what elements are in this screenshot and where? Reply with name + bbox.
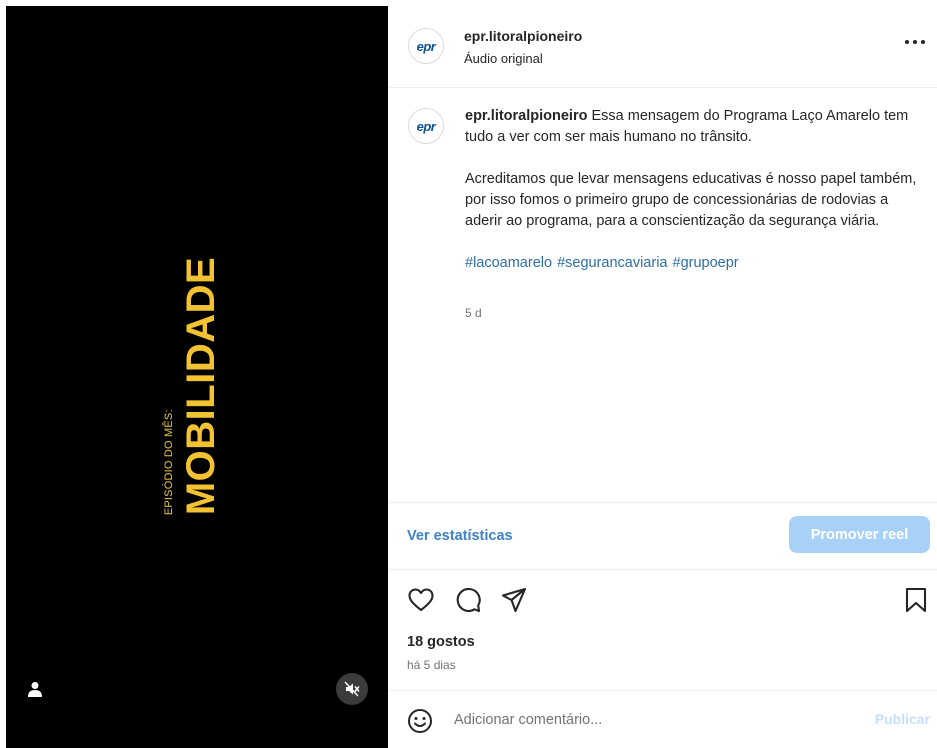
promote-reel-button[interactable]: Promover reel <box>789 516 930 553</box>
insights-row: Ver estatísticas Promover reel <box>388 502 937 570</box>
post-panel: epr epr.litoralpioneiro Áudio original e… <box>388 6 937 748</box>
publish-button[interactable]: Publicar <box>875 711 930 727</box>
action-bar: 18 gostos há 5 dias <box>388 570 937 690</box>
more-options-icon[interactable] <box>903 34 927 50</box>
epr-logo: epr <box>416 118 436 134</box>
comment-input[interactable] <box>454 705 844 735</box>
hashtag-link[interactable]: #lacoamarelo <box>465 255 552 271</box>
episode-label: EPISÓDIO DO MÊS: <box>163 409 175 516</box>
caption-paragraph-2: Acreditamos que levar mensagens educativ… <box>465 171 917 229</box>
post-caption: epr epr.litoralpioneiro Essa mensagem do… <box>388 88 937 502</box>
speaker-muted-icon <box>344 681 360 697</box>
caption-avatar[interactable]: epr <box>408 108 444 144</box>
caption-timestamp[interactable]: 5 d <box>465 306 482 320</box>
post-date: há 5 dias <box>407 658 456 672</box>
header-username[interactable]: epr.litoralpioneiro <box>464 28 582 44</box>
video-title-block: EPISÓDIO DO MÊS: MOBILIDADE <box>163 256 223 516</box>
mute-button[interactable] <box>336 673 368 705</box>
caption-username[interactable]: epr.litoralpioneiro <box>465 108 587 124</box>
epr-logo: epr <box>416 38 436 54</box>
emoji-icon[interactable] <box>407 708 433 734</box>
hashtag-list: #lacoamarelo #segurancaviaria #grupoepr <box>465 253 920 274</box>
heart-icon[interactable] <box>407 586 435 614</box>
post-header: epr epr.litoralpioneiro Áudio original <box>388 6 937 88</box>
share-icon[interactable] <box>500 586 528 614</box>
add-comment-row: Publicar <box>388 690 937 748</box>
hashtag-link[interactable]: #grupoepr <box>673 255 739 271</box>
comment-icon[interactable] <box>454 586 482 614</box>
reel-video[interactable]: EPISÓDIO DO MÊS: MOBILIDADE <box>6 6 388 748</box>
video-title: MOBILIDADE <box>179 256 223 516</box>
hashtag-link[interactable]: #segurancaviaria <box>557 255 667 271</box>
original-audio-link[interactable]: Áudio original <box>464 51 543 66</box>
bookmark-icon[interactable] <box>903 586 929 614</box>
likes-count[interactable]: 18 gostos <box>407 634 475 650</box>
user-icon[interactable] <box>28 681 42 697</box>
video-overlay-text: EPISÓDIO DO MÊS: MOBILIDADE <box>6 6 388 748</box>
instagram-reel-view: EPISÓDIO DO MÊS: MOBILIDADE epr epr.lito… <box>0 0 937 748</box>
view-insights-link[interactable]: Ver estatísticas <box>407 528 513 544</box>
avatar[interactable]: epr <box>408 28 444 64</box>
caption-text: epr.litoralpioneiro Essa mensagem do Pro… <box>465 106 920 274</box>
